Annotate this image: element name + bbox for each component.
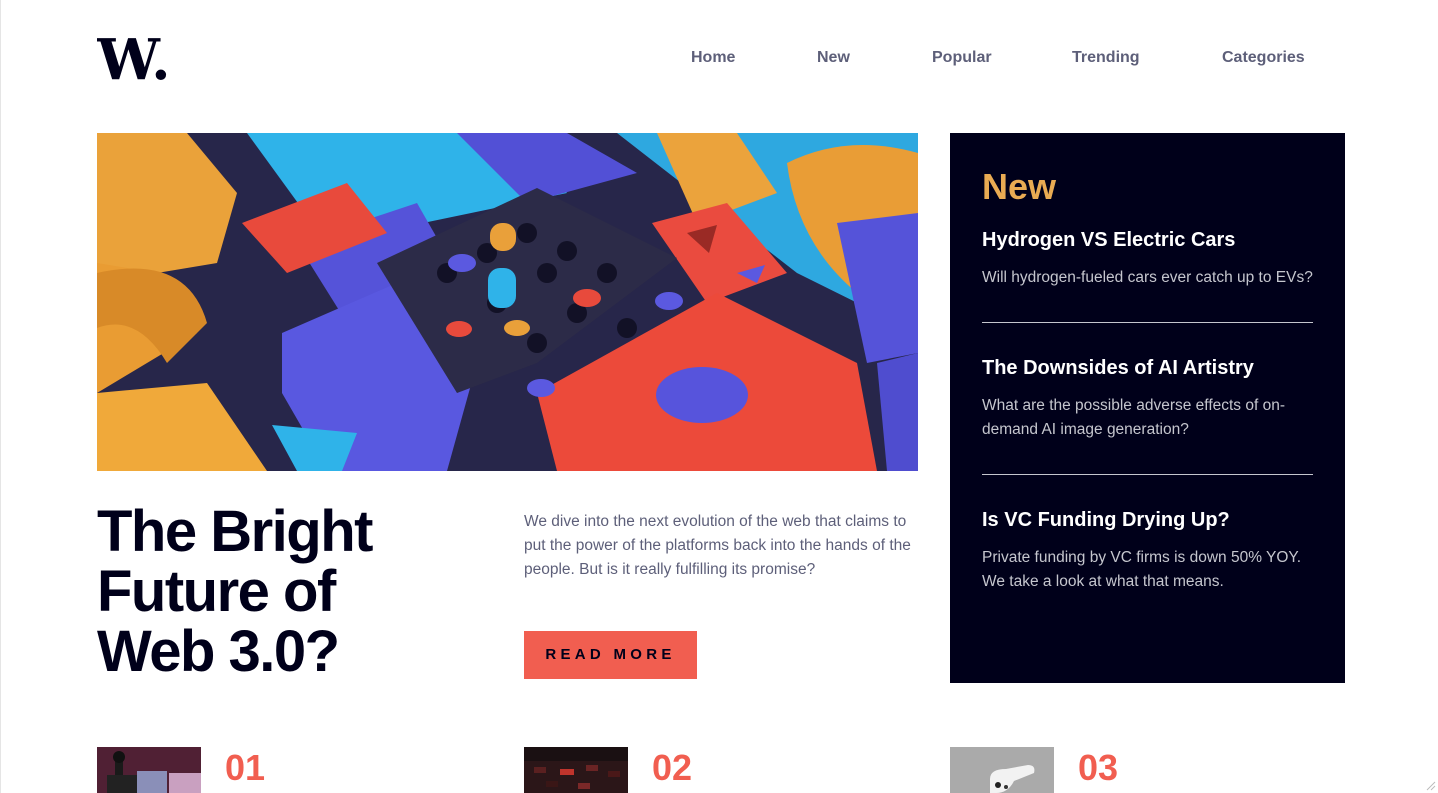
new-article-summary: Will hydrogen-fueled cars ever catch up … — [982, 269, 1313, 286]
resize-grip-icon[interactable] — [1424, 779, 1436, 791]
new-article-item[interactable]: Hydrogen VS Electric Cars Will hydrogen-… — [982, 227, 1313, 290]
nav-home[interactable]: Home — [691, 49, 735, 67]
new-article-summary: Private funding by VC firms is down 50% … — [982, 549, 1302, 590]
hero-title-line-3: Web 3.0? — [97, 619, 340, 684]
main-nav: Home New Popular Trending Categories — [0, 49, 1438, 71]
article-thumbnail[interactable] — [524, 747, 628, 793]
article-thumbnail[interactable] — [950, 747, 1054, 793]
article-number: 02 — [652, 747, 693, 788]
nav-new[interactable]: New — [817, 49, 850, 67]
new-panel-heading: New — [982, 166, 1057, 207]
top-article-card[interactable]: 03 — [950, 747, 1280, 793]
new-article-item[interactable]: Is VC Funding Drying Up? Private funding… — [982, 507, 1313, 594]
hero-title-line-2: Future of — [97, 559, 336, 624]
nav-trending[interactable]: Trending — [1072, 49, 1140, 67]
read-more-button[interactable]: READ MORE — [524, 631, 697, 679]
top-article-card[interactable]: 02 — [524, 747, 854, 793]
top-article-card[interactable]: 01 — [97, 747, 427, 793]
new-article-summary: What are the possible adverse effects of… — [982, 397, 1285, 438]
new-article-title[interactable]: Is VC Funding Drying Up? — [982, 507, 1313, 533]
hero-title-line-1: The Bright — [97, 499, 373, 564]
article-number: 01 — [225, 747, 266, 788]
divider — [982, 474, 1313, 475]
new-articles-panel: New Hydrogen VS Electric Cars Will hydro… — [950, 133, 1345, 683]
hero-title: The Bright Future of Web 3.0? — [97, 502, 497, 682]
divider — [982, 322, 1313, 323]
new-article-title[interactable]: Hydrogen VS Electric Cars — [982, 227, 1313, 253]
new-article-title[interactable]: The Downsides of AI Artistry — [982, 355, 1313, 381]
new-article-item[interactable]: The Downsides of AI Artistry What are th… — [982, 355, 1313, 442]
hero-image — [97, 133, 918, 471]
hero-description: We dive into the next evolution of the w… — [524, 513, 911, 578]
article-thumbnail[interactable] — [97, 747, 201, 793]
nav-categories[interactable]: Categories — [1222, 49, 1305, 67]
nav-popular[interactable]: Popular — [932, 49, 992, 67]
article-number: 03 — [1078, 747, 1119, 788]
